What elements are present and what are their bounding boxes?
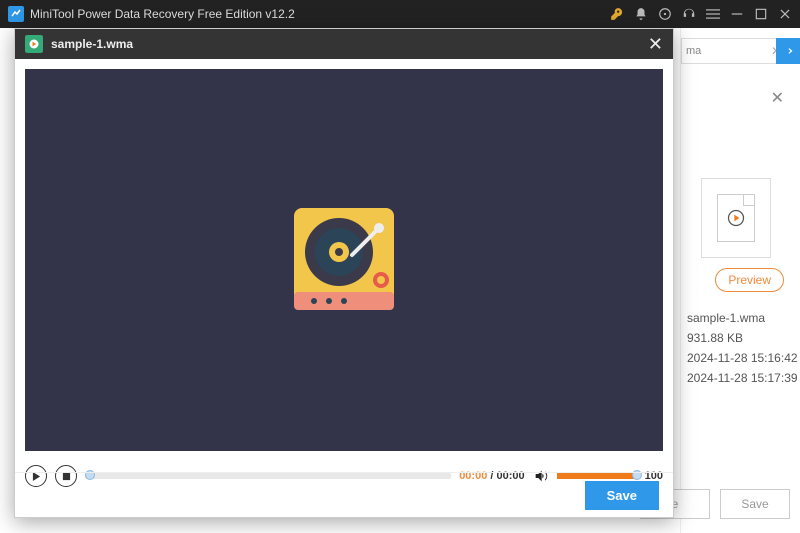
- file-date1-label: 2024-11-28 15:16:42: [687, 348, 792, 368]
- app-titlebar: MiniTool Power Data Recovery Free Editio…: [0, 0, 800, 28]
- file-name-label: sample-1.wma: [687, 308, 792, 328]
- close-window-icon[interactable]: [778, 7, 792, 21]
- modal-close-icon[interactable]: ✕: [648, 34, 663, 55]
- search-input[interactable]: ma ✕: [681, 38, 788, 64]
- app-title: MiniTool Power Data Recovery Free Editio…: [30, 7, 610, 21]
- file-date2-label: 2024-11-28 15:17:39: [687, 368, 792, 388]
- disc-icon[interactable]: [658, 7, 672, 21]
- file-thumbnail[interactable]: [701, 178, 771, 258]
- key-icon[interactable]: [610, 7, 624, 21]
- bell-icon[interactable]: [634, 7, 648, 21]
- modal-titlebar: sample-1.wma ✕: [15, 29, 673, 59]
- preview-button[interactable]: Preview: [715, 268, 784, 292]
- preview-modal: sample-1.wma ✕: [14, 28, 674, 518]
- headphones-icon[interactable]: [682, 7, 696, 21]
- search-go-button[interactable]: [776, 38, 800, 64]
- side-panel: ma ✕ ✕ Preview sample-1.wma 931.88 KB 20…: [680, 28, 800, 533]
- turntable-icon: [284, 200, 404, 320]
- player-area: [25, 69, 663, 451]
- app-body: ma ✕ ✕ Preview sample-1.wma 931.88 KB 20…: [0, 28, 800, 533]
- file-icon: [717, 194, 755, 242]
- menu-icon[interactable]: [706, 7, 720, 21]
- modal-footer: Save: [15, 472, 673, 517]
- file-meta: sample-1.wma 931.88 KB 2024-11-28 15:16:…: [687, 308, 792, 388]
- file-size-label: 931.88 KB: [687, 328, 792, 348]
- app-logo-icon: [8, 6, 24, 22]
- file-type-icon: [25, 35, 43, 53]
- modal-filename: sample-1.wma: [51, 37, 648, 51]
- save-disabled-button[interactable]: Save: [720, 489, 790, 519]
- panel-close-icon[interactable]: ✕: [771, 88, 784, 108]
- save-button[interactable]: Save: [585, 481, 659, 510]
- minimize-icon[interactable]: [730, 7, 744, 21]
- search-text: ma: [682, 45, 765, 57]
- maximize-icon[interactable]: [754, 7, 768, 21]
